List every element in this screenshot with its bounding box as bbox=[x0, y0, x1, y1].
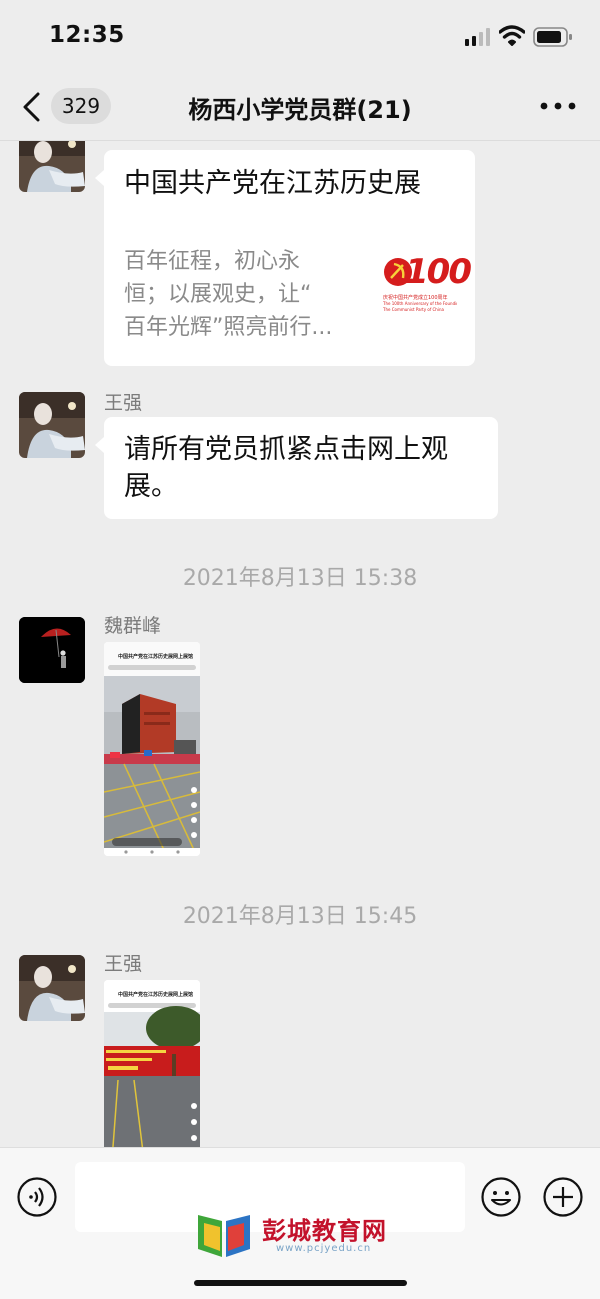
home-indicator[interactable] bbox=[194, 1280, 407, 1286]
message-line: 展。 bbox=[124, 471, 178, 502]
avatar[interactable] bbox=[19, 141, 85, 192]
link-card-description: 百年征程，初心永 恒；以展观史，让“ 百年光辉”照亮前行... bbox=[124, 245, 374, 344]
plus-icon[interactable] bbox=[543, 1177, 583, 1217]
watermark-logo bbox=[198, 1215, 250, 1257]
desc-line: 百年征程，初心永 bbox=[124, 249, 301, 274]
image-message[interactable]: 中国共产党在江苏历史展网上展馆 bbox=[104, 642, 200, 856]
avatar-photo bbox=[19, 141, 85, 192]
chat-title: 杨西小学党员群(21) bbox=[188, 96, 412, 124]
link-card-message[interactable]: 中国共产党在江苏历史展 百年征程，初心永 恒；以展观史，让“ 百年光辉”照亮前行… bbox=[95, 150, 475, 366]
link-card-title: 中国共产党在江苏历史展 bbox=[124, 168, 421, 199]
emoji-icon[interactable] bbox=[481, 1177, 521, 1217]
avatar[interactable] bbox=[19, 955, 85, 1021]
message-line: 请所有党员抓紧点击网上观 bbox=[124, 434, 448, 465]
message-text: 请所有党员抓紧点击网上观 展。 bbox=[124, 431, 494, 505]
message-list[interactable]: 中国共产党在江苏历史展 百年征程，初心永 恒；以展观史，让“ 百年光辉”照亮前行… bbox=[0, 141, 600, 1147]
status-bar: 12:35 bbox=[0, 0, 600, 72]
screenshot-thumbnail bbox=[104, 980, 200, 1147]
screenshot-thumbnail bbox=[104, 642, 200, 856]
screenshot-title: 中国共产党在江苏历史展网上展馆 bbox=[118, 654, 194, 660]
battery-icon bbox=[533, 27, 572, 47]
watermark-url: www.pcjyedu.cn bbox=[276, 1243, 372, 1254]
status-time: 12:35 bbox=[49, 22, 125, 48]
desc-line: 百年光辉”照亮前行... bbox=[124, 315, 333, 340]
wifi-icon bbox=[499, 25, 525, 46]
timestamp: 2021年8月13日 15:45 bbox=[182, 904, 418, 929]
thumb-number: 100 bbox=[405, 252, 472, 292]
thumb-caption: The Communist Party of China bbox=[383, 307, 444, 312]
avatar-photo bbox=[19, 955, 85, 1021]
text-message[interactable]: 请所有党员抓紧点击网上观 展。 bbox=[95, 417, 498, 519]
watermark-text: 彭城教育网 bbox=[262, 1217, 387, 1245]
avatar[interactable] bbox=[19, 617, 85, 683]
voice-input-icon[interactable] bbox=[17, 1177, 57, 1217]
image-message[interactable]: 中国共产党在江苏历史展网上展馆 bbox=[104, 980, 200, 1147]
sender-name: 王强 bbox=[104, 953, 143, 975]
timestamp: 2021年8月13日 15:38 bbox=[182, 566, 418, 591]
cellular-signal-icon bbox=[465, 28, 490, 46]
avatar-photo bbox=[19, 392, 85, 458]
sender-name: 魏群峰 bbox=[104, 615, 162, 637]
thumb-caption: 庆祝中国共产党成立100周年 bbox=[383, 295, 448, 301]
avatar-umbrella-photo bbox=[19, 617, 85, 683]
chat-header: 329 杨西小学党员群(21) bbox=[0, 72, 600, 141]
more-options-icon[interactable] bbox=[540, 102, 576, 110]
link-card-thumbnail: 100 庆祝中国共产党成立100周年 The 100th Anniversary… bbox=[381, 250, 472, 316]
sender-name: 王强 bbox=[104, 392, 143, 414]
thumb-caption: The 100th Anniversary of the Founding of bbox=[383, 301, 457, 306]
desc-line: 恒；以展观史，让“ bbox=[124, 282, 312, 307]
screenshot-title: 中国共产党在江苏历史展网上展馆 bbox=[118, 992, 194, 998]
avatar[interactable] bbox=[19, 392, 85, 458]
